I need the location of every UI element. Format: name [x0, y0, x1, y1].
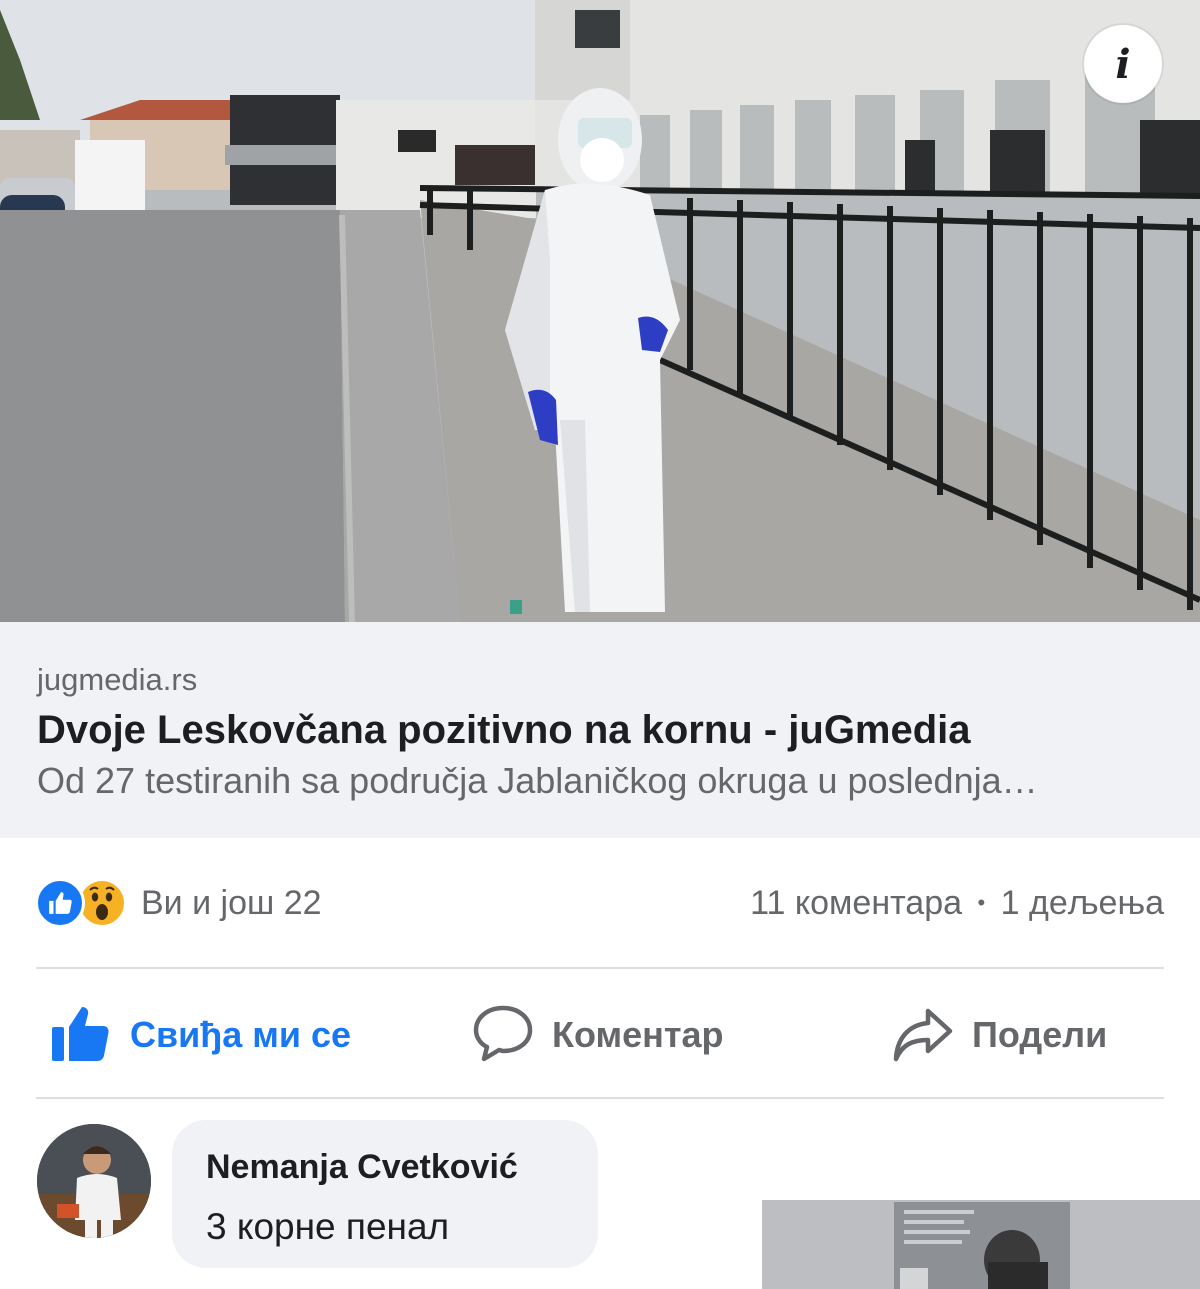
- hospital-scene-image: [0, 0, 1200, 622]
- info-button[interactable]: i: [1084, 25, 1162, 103]
- thumbs-up-icon: [50, 1003, 112, 1068]
- reactions-summary[interactable]: Ви и још 22: [35, 878, 322, 928]
- share-button-label: Подели: [972, 1014, 1108, 1055]
- comment-bubble-icon: [472, 1003, 534, 1068]
- count-separator: •: [977, 890, 986, 915]
- divider: [36, 1097, 1164, 1099]
- engagement-counts: 11 коментара • 1 дељења: [750, 884, 1164, 923]
- share-button[interactable]: Подели: [892, 1000, 1107, 1070]
- divider: [36, 967, 1164, 969]
- comments-count[interactable]: 11 коментара: [750, 884, 962, 922]
- shares-count[interactable]: 1 дељења: [1001, 884, 1164, 922]
- like-reaction-icon: [35, 878, 85, 928]
- commenter-avatar[interactable]: [37, 1124, 151, 1238]
- like-button[interactable]: Свиђа ми се: [50, 1000, 351, 1070]
- comment-button[interactable]: Коментар: [472, 1000, 724, 1070]
- like-button-label: Свиђа ми се: [130, 1014, 352, 1055]
- reactions-text: Ви и још 22: [141, 883, 322, 922]
- link-preview[interactable]: jugmedia.rs Dvoje Leskovčana pozitivno n…: [0, 622, 1200, 838]
- link-preview-photo[interactable]: i: [0, 0, 1200, 622]
- info-icon: i: [1115, 40, 1131, 88]
- comment-attachment-image[interactable]: [762, 1200, 1200, 1289]
- share-arrow-icon: [892, 1003, 954, 1068]
- comment-author[interactable]: Nemanja Cvetković: [206, 1148, 518, 1187]
- comment-bubble[interactable]: Nemanja Cvetković 3 корне пенал: [172, 1120, 598, 1268]
- link-domain: jugmedia.rs: [37, 662, 198, 697]
- comment-text: 3 корне пенал: [206, 1206, 450, 1247]
- comment-button-label: Коментар: [552, 1014, 724, 1055]
- link-snippet: Od 27 testiranih sa područja Jablaničkog…: [37, 760, 1038, 801]
- link-title[interactable]: Dvoje Leskovčana pozitivno na kornu - ju…: [37, 708, 971, 753]
